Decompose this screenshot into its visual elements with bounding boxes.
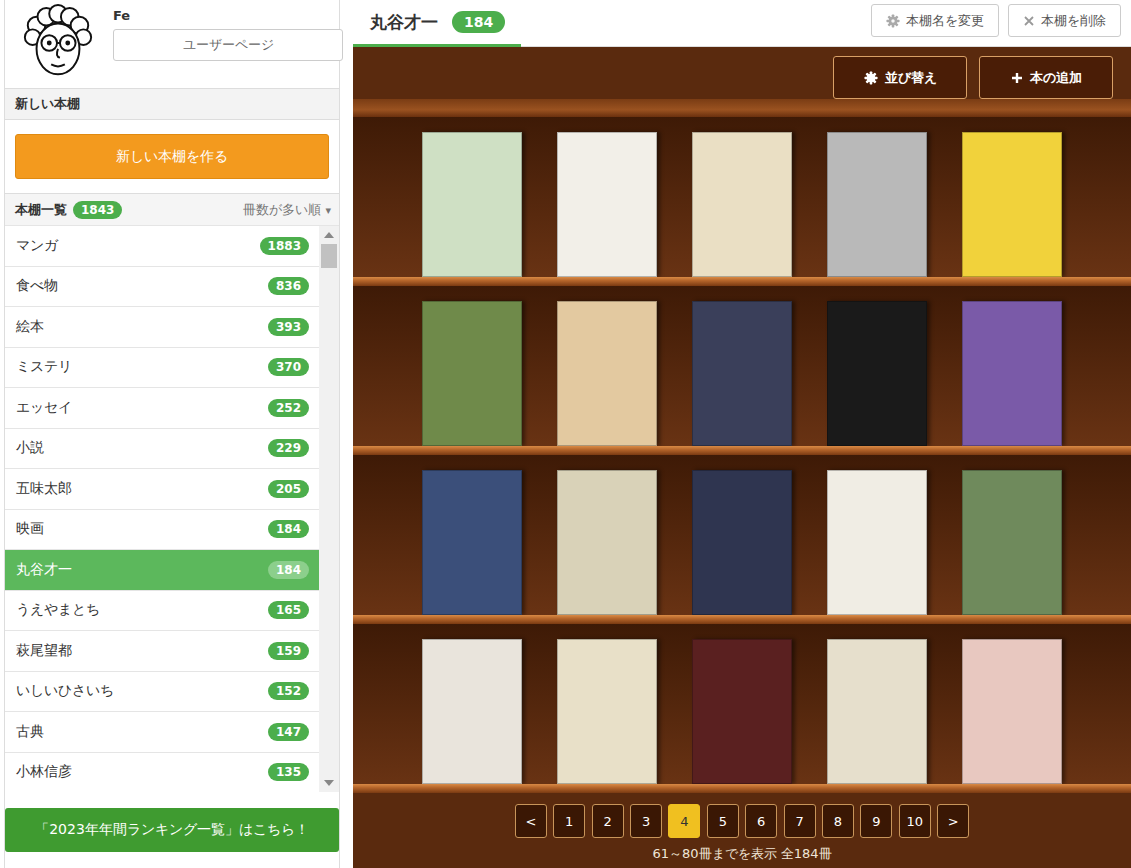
- book-cover[interactable]: [692, 639, 792, 784]
- book-cover[interactable]: [827, 132, 927, 277]
- page-summary: 61～80冊までを表示 全184冊: [353, 845, 1131, 863]
- gear-icon: [864, 71, 878, 85]
- sort-books-button[interactable]: 並び替え: [833, 56, 967, 99]
- book-cover[interactable]: [827, 639, 927, 784]
- book-cover[interactable]: [422, 132, 522, 277]
- scroll-down-icon[interactable]: [324, 780, 334, 786]
- book-cover[interactable]: [692, 470, 792, 615]
- book-cover[interactable]: [557, 301, 657, 446]
- shelf-header: 丸谷才一 184 本棚名を変更 本棚を削除: [353, 0, 1131, 47]
- gear-icon: [886, 14, 900, 28]
- item-count-badge: 184: [268, 561, 309, 579]
- shelf-list-item[interactable]: 小林信彦 135: [5, 753, 319, 793]
- page-button[interactable]: 3: [630, 804, 662, 838]
- shelf-list-item[interactable]: 映画 184: [5, 510, 319, 551]
- scroll-up-icon[interactable]: [324, 232, 334, 238]
- item-count-badge: 836: [268, 277, 309, 295]
- item-count-badge: 252: [268, 399, 309, 417]
- shelf-row: [353, 624, 1131, 793]
- app: Fe ユーザーページ 新しい本棚 新しい本棚を作る 本棚一覧 1843 冊数が多…: [0, 0, 1131, 868]
- book-cover[interactable]: [692, 301, 792, 446]
- book-cover[interactable]: [422, 639, 522, 784]
- next-page-button[interactable]: >: [937, 804, 969, 838]
- book-cover[interactable]: [422, 470, 522, 615]
- shelf-list-item[interactable]: マンガ 1883: [5, 226, 319, 267]
- item-count-badge: 165: [268, 601, 309, 619]
- shelf-list-item[interactable]: うえやまとち 165: [5, 591, 319, 632]
- shelf-view: 丸谷才一 184 本棚名を変更 本棚を削除 並び替え 本の追加 < 123456…: [353, 0, 1131, 868]
- shelf-list-header: 本棚一覧 1843 冊数が多い順 ▾: [5, 193, 339, 225]
- add-book-button[interactable]: 本の追加: [979, 56, 1113, 99]
- page-button[interactable]: 10: [899, 804, 931, 838]
- bookshelf: 並び替え 本の追加 < 12345678910 > 61～80冊までを表示 全1…: [353, 47, 1131, 868]
- shelf-list-item[interactable]: 小説 229: [5, 429, 319, 470]
- item-count-badge: 205: [268, 480, 309, 498]
- book-cover[interactable]: [557, 470, 657, 615]
- book-cover[interactable]: [692, 132, 792, 277]
- shelf-count-badge: 1843: [73, 201, 122, 219]
- shelf-title: 丸谷才一: [370, 11, 438, 34]
- page-button[interactable]: 7: [784, 804, 816, 838]
- user-area: Fe ユーザーページ: [5, 0, 339, 88]
- page-button[interactable]: 1: [553, 804, 585, 838]
- shelf-row: [353, 117, 1131, 286]
- shelf-row: [353, 455, 1131, 624]
- item-count-badge: 159: [268, 642, 309, 660]
- book-cover[interactable]: [827, 470, 927, 615]
- create-shelf-button[interactable]: 新しい本棚を作る: [15, 134, 329, 179]
- item-count-badge: 135: [268, 763, 309, 781]
- item-count-badge: 147: [268, 723, 309, 741]
- prev-page-button[interactable]: <: [515, 804, 547, 838]
- book-cover[interactable]: [962, 470, 1062, 615]
- shelf-list-item[interactable]: エッセイ 252: [5, 388, 319, 429]
- user-page-button[interactable]: ユーザーページ: [113, 29, 343, 61]
- item-count-badge: 152: [268, 682, 309, 700]
- page-button[interactable]: 6: [745, 804, 777, 838]
- book-cover[interactable]: [422, 301, 522, 446]
- page-button[interactable]: 2: [592, 804, 624, 838]
- close-icon: [1023, 15, 1035, 27]
- shelf-list-item[interactable]: 絵本 393: [5, 307, 319, 348]
- avatar-icon[interactable]: [19, 4, 97, 82]
- sort-dropdown[interactable]: 冊数が多い順 ▾: [243, 201, 331, 219]
- book-cover[interactable]: [557, 639, 657, 784]
- book-cover[interactable]: [827, 301, 927, 446]
- page-button[interactable]: 4: [668, 804, 700, 838]
- shelf-list-item[interactable]: 五味太郎 205: [5, 469, 319, 510]
- shelf-list-heading: 本棚一覧: [15, 201, 67, 219]
- sidebar: Fe ユーザーページ 新しい本棚 新しい本棚を作る 本棚一覧 1843 冊数が多…: [4, 0, 340, 868]
- scroll-thumb[interactable]: [321, 244, 337, 268]
- shelf-list: マンガ 1883食べ物 836絵本 393ミステリ 370エッセイ 252小説 …: [5, 226, 319, 792]
- item-count-badge: 229: [268, 439, 309, 457]
- shelf-list-item[interactable]: 萩尾望都 159: [5, 631, 319, 672]
- ranking-banner[interactable]: 「2023年年間ランキング一覧」はこちら！: [5, 808, 339, 852]
- pagination: < 12345678910 >: [353, 804, 1131, 838]
- shelf-list-item[interactable]: 古典 147: [5, 712, 319, 753]
- book-cover[interactable]: [962, 132, 1062, 277]
- shelf-row: [353, 286, 1131, 455]
- new-shelf-heading: 新しい本棚: [5, 88, 339, 120]
- scrollbar[interactable]: [319, 226, 339, 792]
- page-button[interactable]: 5: [707, 804, 739, 838]
- shelf-book-count: 184: [452, 11, 505, 33]
- plus-icon: [1011, 72, 1023, 84]
- item-count-badge: 370: [268, 358, 309, 376]
- rename-shelf-button[interactable]: 本棚名を変更: [871, 4, 999, 37]
- book-cover[interactable]: [962, 301, 1062, 446]
- page-button[interactable]: 9: [860, 804, 892, 838]
- book-cover[interactable]: [557, 132, 657, 277]
- page-button[interactable]: 8: [822, 804, 854, 838]
- shelf-list-item[interactable]: いしいひさいち 152: [5, 672, 319, 713]
- shelf-list-item[interactable]: ミステリ 370: [5, 348, 319, 389]
- shelf-list-item[interactable]: 丸谷才一 184: [5, 550, 319, 591]
- delete-shelf-button[interactable]: 本棚を削除: [1008, 4, 1121, 37]
- shelf-list-item[interactable]: 食べ物 836: [5, 267, 319, 308]
- item-count-badge: 1883: [260, 237, 309, 255]
- shelf-title-tab: 丸谷才一 184: [353, 0, 521, 47]
- item-count-badge: 184: [268, 520, 309, 538]
- book-cover[interactable]: [962, 639, 1062, 784]
- item-count-badge: 393: [268, 318, 309, 336]
- user-name: Fe: [113, 8, 329, 23]
